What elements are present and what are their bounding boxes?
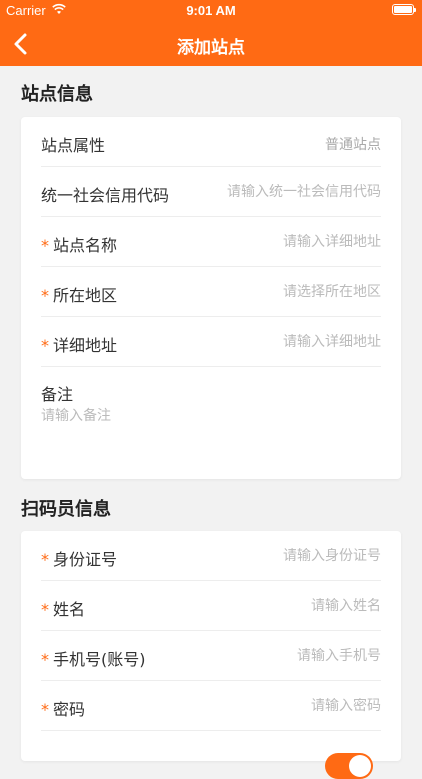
password-label: * 密码 — [41, 700, 86, 719]
required-mark: * — [41, 336, 49, 355]
page-title: 添加站点 — [177, 38, 245, 58]
toggle-knob — [349, 755, 371, 777]
remark-label: 备注 — [41, 385, 74, 404]
credit-code-row: 统一社会信用代码 — [41, 167, 381, 217]
id-number-row: * 身份证号 — [41, 531, 381, 581]
remark-input[interactable] — [41, 405, 381, 465]
phone-label: * 手机号(账号) — [41, 650, 146, 669]
required-mark: * — [41, 700, 49, 719]
required-mark: * — [41, 650, 49, 669]
required-mark: * — [41, 550, 49, 569]
id-number-label: * 身份证号 — [41, 550, 118, 569]
battery-icon — [392, 4, 416, 15]
app-header: Carrier 9:01 AM 添加站点 — [0, 0, 422, 66]
required-mark: * — [41, 286, 49, 305]
scanner-info-card: *身份证号 *姓名 *手机号(账号) *密码 — [21, 531, 401, 779]
address-input[interactable] — [181, 334, 381, 350]
password-input[interactable] — [181, 698, 381, 714]
credit-code-input[interactable] — [201, 184, 381, 200]
status-time: 9:01 AM — [186, 3, 236, 18]
name-row: * 姓名 — [41, 581, 381, 631]
station-type-value[interactable]: 普通站点 — [325, 134, 381, 154]
phone-input[interactable] — [181, 648, 381, 664]
region-label: * 所在地区 — [41, 286, 118, 305]
section-title-station: 站点信息 — [21, 84, 93, 105]
station-info-card: 站点属性 普通站点 统一社会信用代码 *站点名称 *所在地区 *详细地址 备注 — [21, 117, 401, 479]
address-row: * 详细地址 — [41, 317, 381, 367]
status-bar: Carrier 9:01 AM — [0, 0, 422, 22]
required-mark: * — [41, 600, 49, 619]
nav-bar: 添加站点 — [0, 22, 422, 66]
name-label: * 姓名 — [41, 600, 86, 619]
address-label: * 详细地址 — [41, 336, 118, 355]
phone-row: * 手机号(账号) — [41, 631, 381, 681]
password-row: * 密码 — [41, 681, 381, 731]
station-type-row[interactable]: 站点属性 普通站点 — [41, 117, 381, 167]
remark-block: 备注 — [41, 367, 381, 477]
id-number-input[interactable] — [181, 548, 381, 564]
toggle-switch[interactable] — [325, 753, 373, 779]
section-title-scanner: 扫码员信息 — [21, 499, 111, 520]
station-name-label: * 站点名称 — [41, 236, 118, 255]
region-row[interactable]: * 所在地区 — [41, 267, 381, 317]
station-name-row: * 站点名称 — [41, 217, 381, 267]
region-select[interactable] — [181, 284, 381, 300]
station-name-input[interactable] — [181, 234, 381, 250]
required-mark: * — [41, 236, 49, 255]
credit-code-label: 统一社会信用代码 — [41, 186, 170, 205]
station-type-label: 站点属性 — [41, 136, 106, 155]
name-input[interactable] — [181, 598, 381, 614]
